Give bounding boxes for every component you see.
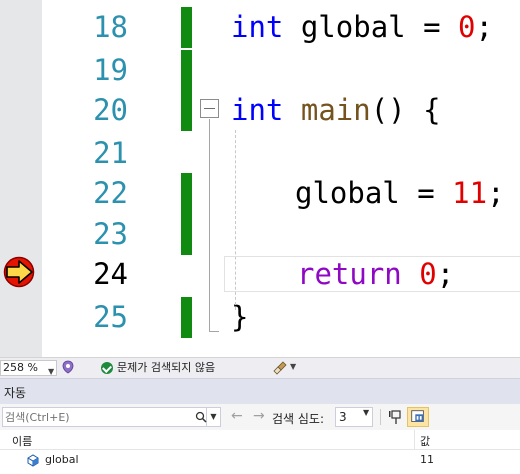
code-line-19[interactable]: 19: [0, 50, 520, 91]
column-header-value[interactable]: 값: [420, 433, 430, 449]
variable-value[interactable]: 11: [420, 453, 434, 466]
pin-icon[interactable]: [388, 409, 404, 425]
table-row[interactable]: global 11: [0, 450, 520, 470]
code-line-23[interactable]: 23: [0, 214, 520, 255]
panel-title: 자동: [4, 386, 27, 400]
line-number: 25: [93, 300, 128, 334]
column-divider[interactable]: [414, 430, 415, 450]
code-health-icon[interactable]: [61, 360, 75, 374]
line-number: 22: [93, 176, 128, 210]
code-text[interactable]: global = 11;: [295, 173, 505, 214]
code-line-21[interactable]: 21: [0, 133, 520, 174]
change-indicator: [181, 173, 192, 214]
zoom-select[interactable]: 258 % ▼: [0, 360, 57, 376]
collapse-toggle-icon[interactable]: [200, 99, 219, 118]
line-number: 19: [93, 53, 128, 87]
search-box[interactable]: [2, 407, 207, 427]
line-number: 21: [93, 136, 128, 170]
chevron-down-icon: ▼: [48, 367, 55, 376]
search-input[interactable]: [5, 409, 175, 425]
change-indicator: [181, 7, 192, 48]
code-text[interactable]: int main() {: [231, 90, 441, 131]
outline-guide-end: [209, 331, 219, 332]
editor-status-bar: 258 % ▼ 문제가 검색되지 않음 ▼: [0, 357, 520, 378]
search-options-dropdown[interactable]: ▼: [207, 407, 221, 427]
outline-guide: [209, 119, 210, 332]
search-next-icon[interactable]: →: [253, 408, 265, 424]
search-depth-label: 검색 심도:: [272, 412, 325, 426]
toolbar-separator: [380, 409, 381, 425]
code-editor[interactable]: 18 int global = 0; 19 20 int main() { 21…: [0, 0, 520, 357]
column-headers: 이름 값: [0, 430, 520, 450]
autos-toolbar: ▼ ← → 검색 심도: 3 ▼: [0, 404, 520, 430]
line-number: 23: [93, 217, 128, 251]
code-text[interactable]: int global = 0;: [231, 7, 493, 48]
line-number: 18: [93, 10, 128, 44]
line-number: 24: [93, 257, 128, 291]
hexadecimal-display-button[interactable]: [407, 407, 429, 427]
search-icon[interactable]: [195, 411, 207, 423]
code-line-25[interactable]: 25 }: [0, 297, 520, 338]
variable-icon: [27, 454, 39, 467]
code-line-18[interactable]: 18 int global = 0;: [0, 7, 520, 48]
execution-pointer-icon[interactable]: [2, 256, 38, 288]
change-indicator: [181, 90, 192, 131]
search-depth-value: 3: [339, 410, 347, 424]
chevron-down-icon[interactable]: ▼: [290, 362, 296, 371]
variable-name: global: [45, 453, 79, 466]
column-header-name[interactable]: 이름: [12, 433, 32, 449]
code-line-22[interactable]: 22 global = 11;: [0, 173, 520, 214]
change-indicator: [181, 214, 192, 255]
chevron-down-icon: ▼: [363, 408, 370, 417]
code-cleanup-brush-icon[interactable]: [272, 360, 288, 376]
change-indicator: [181, 297, 192, 338]
change-indicator: [181, 50, 192, 91]
line-number: 20: [93, 93, 128, 127]
code-text[interactable]: }: [231, 297, 248, 338]
autos-panel-header: 자동: [0, 378, 520, 404]
check-circle-icon: [101, 362, 113, 374]
code-line-20[interactable]: 20 int main() {: [0, 90, 520, 131]
zoom-value: 258 %: [3, 361, 38, 374]
search-previous-icon[interactable]: ←: [231, 408, 243, 424]
issues-status[interactable]: 문제가 검색되지 않음: [117, 361, 215, 375]
current-line-highlight: [224, 256, 520, 292]
